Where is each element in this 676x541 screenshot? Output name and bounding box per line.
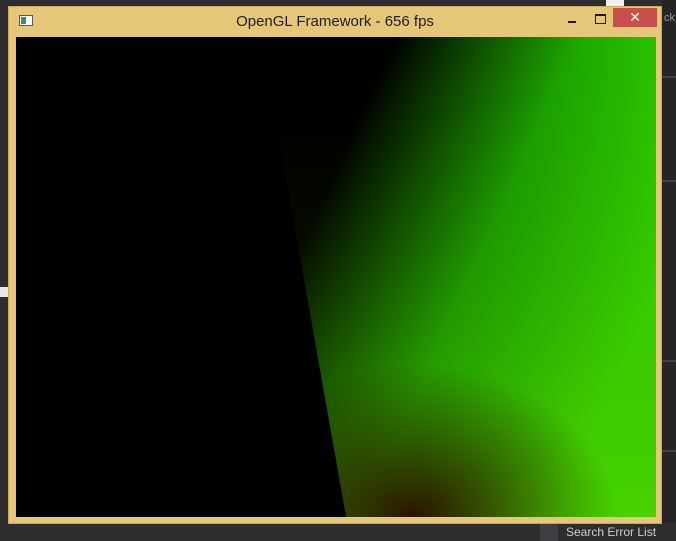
ide-partial-text: ck [664, 12, 675, 24]
ide-side-strip [662, 0, 676, 541]
error-list-icon[interactable] [540, 523, 558, 541]
opengl-viewport[interactable] [16, 37, 656, 517]
minimize-icon [568, 20, 576, 23]
opengl-window: OpenGL Framework - 656 fps ✕ [8, 6, 662, 524]
maximize-button[interactable] [589, 9, 611, 29]
minimize-button[interactable] [561, 9, 583, 29]
ide-left-marker [0, 287, 8, 297]
ide-divider [662, 360, 676, 362]
ide-divider [662, 76, 676, 78]
close-button[interactable]: ✕ [613, 8, 657, 27]
title-bar[interactable]: OpenGL Framework - 656 fps ✕ [9, 7, 661, 37]
close-icon: ✕ [629, 9, 641, 25]
maximize-icon [594, 13, 606, 24]
ide-divider [662, 180, 676, 182]
desktop: ck Search Error List OpenGL Framework - … [0, 0, 676, 541]
ide-divider [662, 450, 676, 452]
rendered-triangle [16, 37, 656, 517]
search-error-list-input[interactable]: Search Error List [566, 524, 656, 540]
